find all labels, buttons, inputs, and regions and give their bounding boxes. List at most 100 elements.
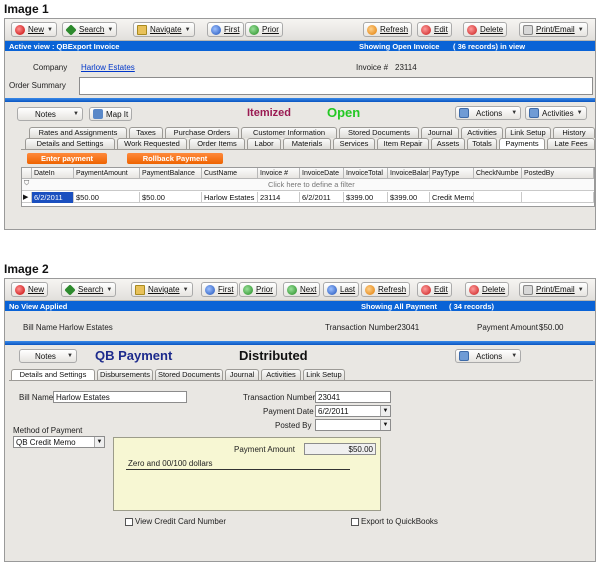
column-header[interactable]: PaymentAmount [74,168,140,179]
chevron-down-icon[interactable]: ▼ [380,420,390,430]
first-button[interactable]: First [201,282,238,297]
tab-payments[interactable]: Payments [499,138,545,149]
company-link[interactable]: Harlow Estates [81,63,135,72]
chevron-down-icon[interactable]: ▼ [380,406,390,416]
tab-disbursements[interactable]: Disbursements [97,369,153,380]
tab-taxes[interactable]: Taxes [129,127,163,138]
tab-link-setup[interactable]: Link Setup [505,127,551,138]
transaction-number-field[interactable]: 23041 [315,391,391,403]
tab-journal[interactable]: Journal [421,127,459,138]
cell[interactable]: $399.00 [388,192,430,203]
last-button[interactable]: Last [323,282,360,297]
tab-stored-documents[interactable]: Stored Documents [339,127,419,138]
tab-order-items[interactable]: Order Items [189,138,245,149]
tab-item-repair[interactable]: Item Repair [377,138,429,149]
tab-customer-information[interactable]: Customer Information [241,127,337,138]
tab-activities[interactable]: Activities [461,127,503,138]
words-underline [126,469,350,470]
delete-icon [467,24,477,35]
first-button[interactable]: First [207,22,244,37]
export-quickbooks-checkbox[interactable]: Export to QuickBooks [351,517,438,526]
table-row[interactable]: ▶ 6/2/2011 $50.00 $50.00 Harlow Estates … [22,192,594,203]
cell[interactable]: $50.00 [140,192,202,203]
records-count: ( 36 records) in view [453,41,526,51]
cell[interactable]: $50.00 [74,192,140,203]
notes-button[interactable]: Notes ▼ [19,349,77,363]
enter-payment-button[interactable]: Enter payment [27,153,107,164]
chevron-down-icon: ▼ [511,110,518,116]
search-button[interactable]: Search ▼ [61,282,117,297]
edit-button[interactable]: Edit [417,22,452,37]
column-header[interactable]: Invoice # [258,168,300,179]
column-header[interactable]: InvoiceBalar [388,168,430,179]
column-header[interactable]: PayType [430,168,474,179]
tab-details-and-settings[interactable]: Details and Settings [11,369,95,380]
navigate-button[interactable]: Navigate ▼ [131,282,193,297]
column-header[interactable]: CustName [202,168,258,179]
cell[interactable]: 6/2/2011 [300,192,344,203]
edit-button[interactable]: Edit [417,282,452,297]
view-status-bar: No View Applied Showing All Payment ( 34… [5,301,595,311]
notes-button[interactable]: Notes ▼ [17,107,83,121]
column-header[interactable]: PaymentBalance [140,168,202,179]
column-header[interactable]: PostedBy [522,168,594,179]
bill-name-field[interactable]: Harlow Estates [53,391,187,403]
view-credit-card-checkbox[interactable]: View Credit Card Number [125,517,226,526]
cell[interactable]: Credit Memo [430,192,474,203]
check-payment-amount-field[interactable]: $50.00 [304,443,376,455]
column-header[interactable]: InvoiceTotal [344,168,388,179]
tab-activities[interactable]: Activities [261,369,301,380]
tab-rates-and-assignments[interactable]: Rates and Assignments [29,127,127,138]
chevron-down-icon[interactable]: ▼ [94,437,104,447]
refresh-button[interactable]: Refresh [361,282,411,297]
tab-assets[interactable]: Assets [431,138,465,149]
cell[interactable]: Harlow Estates [202,192,258,203]
new-button[interactable]: New [11,282,49,297]
tab-labor[interactable]: Labor [247,138,281,149]
tab-materials[interactable]: Materials [283,138,331,149]
tab-journal[interactable]: Journal [225,369,259,380]
tab-stored-documents[interactable]: Stored Documents [155,369,223,380]
cell[interactable] [474,192,522,203]
delete-button[interactable]: Delete [463,22,508,37]
navigate-button[interactable]: Navigate ▼ [133,22,195,37]
new-button[interactable]: New ▼ [11,22,57,37]
check-payment-amount-label: Payment Amount [234,445,295,454]
image2-window: New Search ▼ Navigate ▼ First Prior Next L… [4,278,596,562]
tab-totals[interactable]: Totals [467,138,497,149]
tab-purchase-orders[interactable]: Purchase Orders [165,127,239,138]
prior-button[interactable]: Prior [245,22,283,37]
search-button[interactable]: Search ▼ [62,22,118,37]
payment-date-field[interactable]: 6/2/2011 ▼ [315,405,391,417]
image1-caption: Image 1 [4,2,49,16]
method-of-payment-select[interactable]: QB Credit Memo ▼ [13,436,105,448]
cell[interactable]: 6/2/2011 [32,192,74,203]
next-button[interactable]: Next [283,282,321,297]
cell[interactable]: $399.00 [344,192,388,203]
print-email-button[interactable]: Print/Email ▼ [519,282,588,297]
column-header[interactable]: CheckNumbe [474,168,522,179]
tab-history[interactable]: History [553,127,595,138]
tab-link-setup[interactable]: Link Setup [303,369,345,380]
rollback-payment-button[interactable]: Rollback Payment [127,153,223,164]
actions-button[interactable]: Actions ▼ [455,349,522,363]
column-header[interactable]: InvoiceDate [300,168,344,179]
row-selector-header [22,168,32,179]
tab-late-fees[interactable]: Late Fees [547,138,595,149]
print-email-button[interactable]: Print/Email ▼ [519,22,588,37]
refresh-button[interactable]: Refresh [363,22,413,37]
map-it-button[interactable]: Map It [89,107,133,121]
column-header[interactable]: DateIn [32,168,74,179]
filter-row[interactable]: ⛉ Click here to define a filter [22,179,594,191]
delete-button[interactable]: Delete [465,282,510,297]
posted-by-field[interactable]: ▼ [315,419,391,431]
cell[interactable]: 23114 [258,192,300,203]
actions-button[interactable]: Actions ▼ [455,106,522,120]
tab-services[interactable]: Services [333,138,375,149]
tab-work-requested[interactable]: Work Requested [117,138,187,149]
activities-button[interactable]: Activities ▼ [525,106,587,120]
cell[interactable] [522,192,594,203]
order-summary-field[interactable] [79,77,593,95]
prior-button[interactable]: Prior [239,282,277,297]
tab-details-and-settings[interactable]: Details and Settings [25,138,115,149]
